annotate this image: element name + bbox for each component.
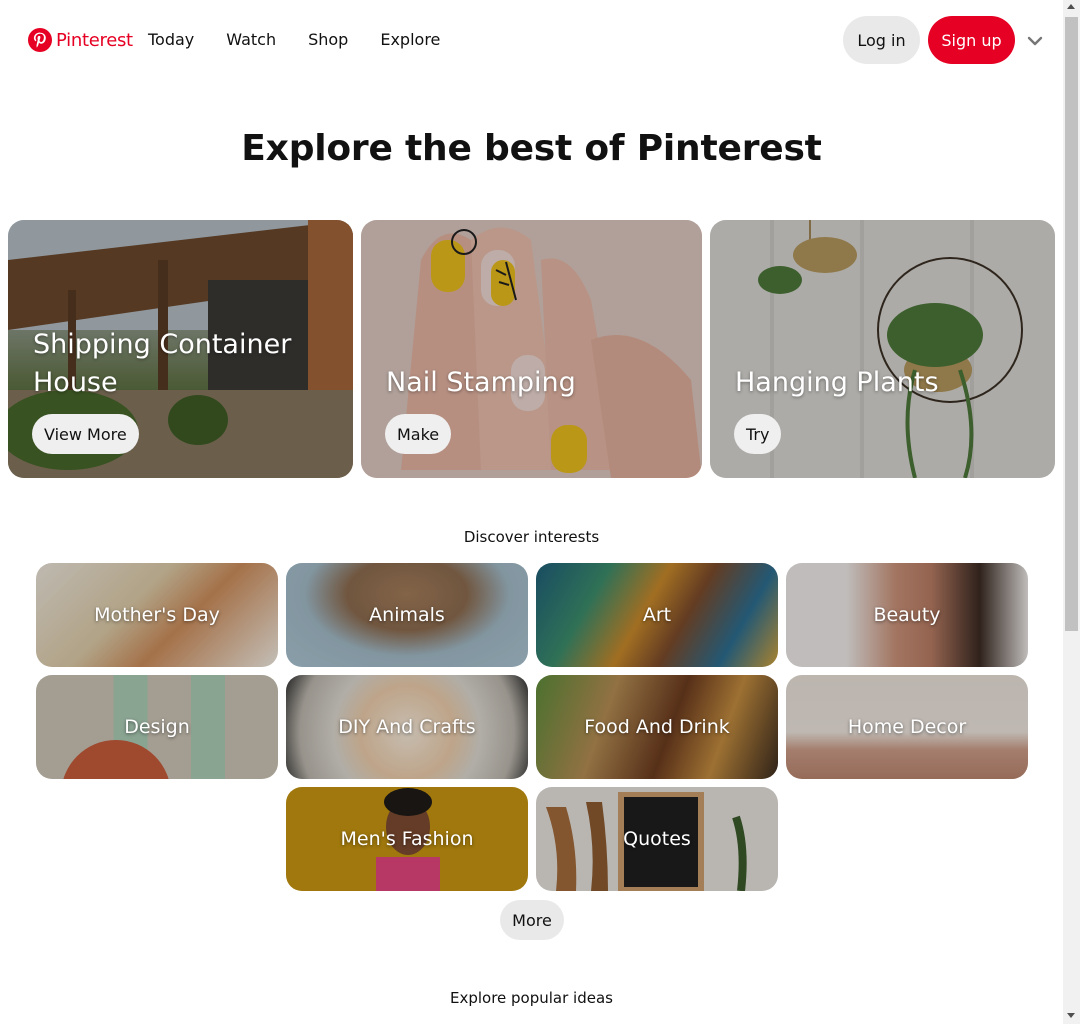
vertical-scrollbar[interactable] [1063, 0, 1080, 1024]
interest-tile-mens-fashion[interactable]: Men's Fashion [286, 787, 528, 891]
feature-card-nail-stamping[interactable]: Nail Stamping Make [361, 220, 702, 478]
interest-label: Animals [369, 604, 445, 626]
nav-explore[interactable]: Explore [380, 30, 440, 49]
nav-shop[interactable]: Shop [308, 30, 348, 49]
scroll-up-arrow-icon[interactable] [1067, 4, 1075, 9]
interest-tile-home-decor[interactable]: Home Decor [786, 675, 1028, 779]
interest-tile-quotes[interactable]: Quotes [536, 787, 778, 891]
try-button[interactable]: Try [734, 414, 782, 454]
popular-ideas-heading: Explore popular ideas [449, 989, 613, 1007]
discover-heading: Discover interests [463, 528, 600, 546]
main-nav: Today Watch Shop Explore [148, 30, 472, 49]
chevron-down-icon[interactable] [1025, 31, 1045, 51]
interest-tile-design[interactable]: Design [36, 675, 278, 779]
pinterest-logo[interactable]: Pinterest [28, 28, 133, 52]
feature-card-shipping-container[interactable]: Shipping Container House View More [8, 220, 353, 478]
interest-tile-beauty[interactable]: Beauty [786, 563, 1028, 667]
more-button[interactable]: More [500, 900, 564, 940]
scrollbar-thumb[interactable] [1065, 17, 1078, 631]
page-title: Explore the best of Pinterest [241, 128, 822, 169]
interest-tile-animals[interactable]: Animals [286, 563, 528, 667]
interest-tile-diy-and-crafts[interactable]: DIY And Crafts [286, 675, 528, 779]
pinterest-logo-icon [28, 28, 52, 52]
logo-text: Pinterest [56, 29, 133, 51]
interest-tile-food-and-drink[interactable]: Food And Drink [536, 675, 778, 779]
interest-tile-mothers-day[interactable]: Mother's Day [36, 563, 278, 667]
make-button[interactable]: Make [385, 414, 452, 454]
nav-today[interactable]: Today [148, 30, 194, 49]
scroll-down-arrow-icon[interactable] [1067, 1013, 1075, 1018]
feature-title: Nail Stamping [386, 367, 576, 398]
interest-label: Quotes [623, 828, 691, 850]
signup-button[interactable]: Sign up [928, 16, 1015, 64]
interest-label: DIY And Crafts [338, 716, 476, 738]
interest-label: Home Decor [847, 716, 967, 738]
feature-card-hanging-plants[interactable]: Hanging Plants Try [710, 220, 1055, 478]
feature-title: Shipping Container House [33, 329, 292, 398]
interest-label: Men's Fashion [340, 828, 474, 850]
view-more-button[interactable]: View More [32, 414, 139, 454]
login-button[interactable]: Log in [843, 16, 920, 64]
interest-label: Design [124, 716, 190, 738]
feature-title: Hanging Plants [735, 367, 939, 398]
interest-tile-art[interactable]: Art [536, 563, 778, 667]
nav-watch[interactable]: Watch [226, 30, 276, 49]
interest-label: Mother's Day [94, 604, 220, 626]
interest-label: Art [642, 604, 672, 626]
interest-label: Beauty [873, 604, 941, 626]
interest-label: Food And Drink [584, 716, 730, 738]
header: Pinterest Today Watch Shop Explore Log i… [0, 0, 1063, 82]
